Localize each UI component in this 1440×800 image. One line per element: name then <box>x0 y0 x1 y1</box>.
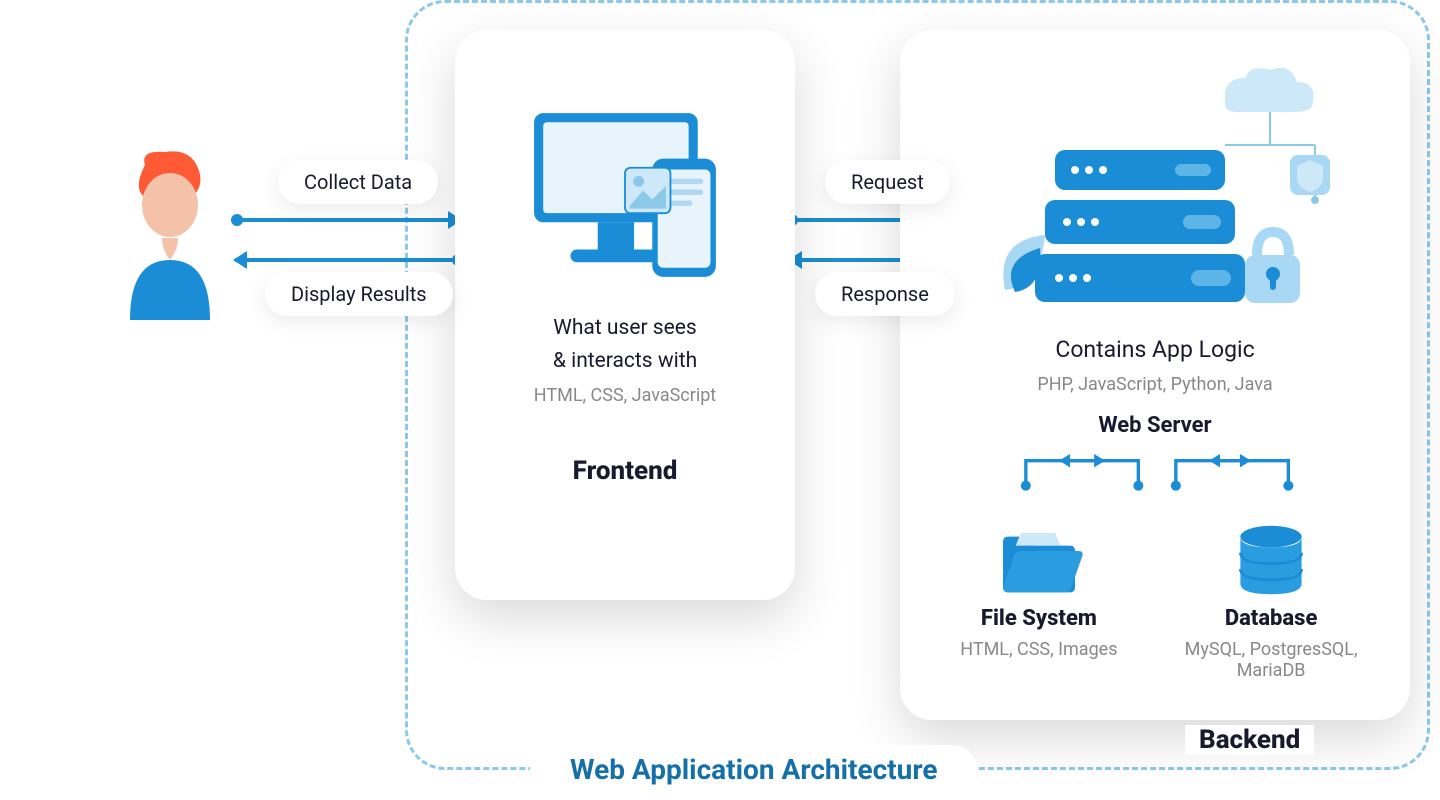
backend-desc: Contains App Logic <box>930 334 1380 366</box>
label-collect-data: Collect Data <box>278 160 438 204</box>
backend-label: Backend <box>1185 725 1314 755</box>
user-icon <box>110 150 230 320</box>
database-block: Database MySQL, PostgresSQL, MariaDB <box>1172 524 1370 681</box>
backend-card: Contains App Logic PHP, JavaScript, Pyth… <box>900 30 1410 720</box>
label-response: Response <box>815 272 955 316</box>
folder-icon <box>940 524 1138 600</box>
frontend-tech: HTML, CSS, JavaScript <box>485 385 765 406</box>
backend-tech: PHP, JavaScript, Python, Java <box>930 374 1380 395</box>
arrow-display-results <box>235 258 460 262</box>
label-request: Request <box>825 160 950 204</box>
arrow-collect-data <box>235 218 460 222</box>
server-cloud-icon <box>930 50 1380 330</box>
database-tech: MySQL, PostgresSQL, MariaDB <box>1172 639 1370 681</box>
file-system-label: File System <box>940 606 1138 631</box>
diagram-title: Web Application Architecture <box>530 745 977 794</box>
database-icon <box>1172 524 1370 600</box>
web-server-label: Web Server <box>930 413 1380 438</box>
monitor-phone-icon <box>485 80 765 310</box>
database-label: Database <box>1172 606 1370 631</box>
frontend-label: Frontend <box>485 456 765 486</box>
label-display-results: Display Results <box>265 272 453 316</box>
frontend-desc-1: What user sees <box>485 314 765 343</box>
frontend-desc-2: & interacts with <box>485 347 765 376</box>
file-system-tech: HTML, CSS, Images <box>940 639 1138 660</box>
frontend-card: What user sees & interacts with HTML, CS… <box>455 30 795 600</box>
file-system-block: File System HTML, CSS, Images <box>940 524 1138 681</box>
